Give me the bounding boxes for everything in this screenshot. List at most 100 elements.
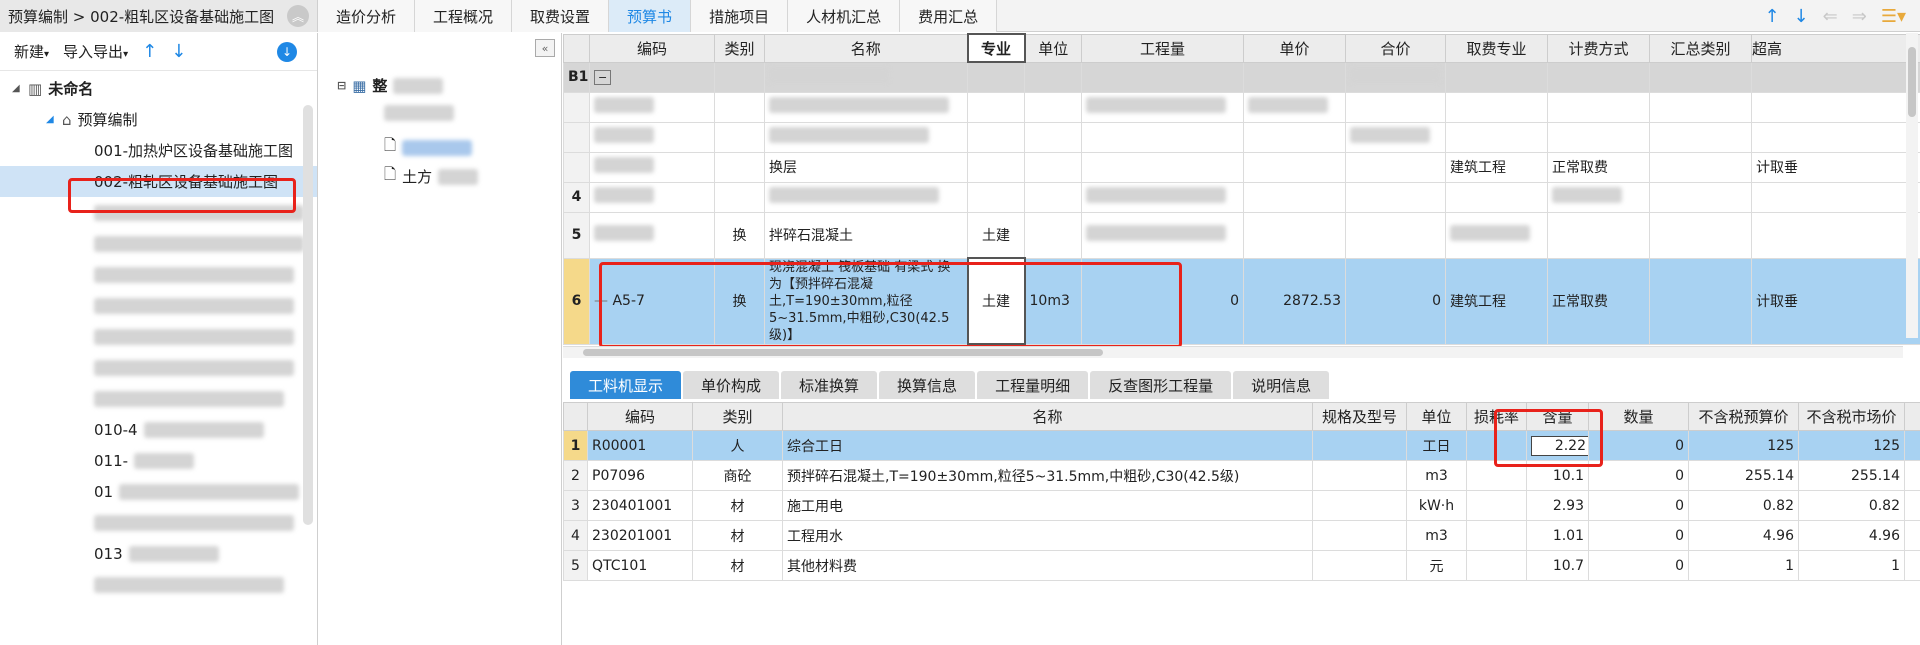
collapse-box-icon[interactable]: ⊟: [337, 79, 346, 92]
tree-item-blurred[interactable]: [0, 290, 317, 321]
table-row-selected[interactable]: 1 R00001 人 综合工日 工日 2.22 0 125 125: [563, 430, 1920, 461]
settings-icon[interactable]: ☰▾: [1881, 6, 1906, 27]
tree-item[interactable]: 01: [0, 476, 317, 507]
section-item[interactable]: 🗋 土方: [384, 164, 479, 189]
col-header-budget-price[interactable]: 不含税预算价: [1688, 402, 1799, 431]
fold-left-icon[interactable]: «: [535, 39, 555, 57]
tree-item[interactable]: 001-加热炉区设备基础施工图: [0, 135, 317, 166]
up-arrow-icon[interactable]: ↑: [142, 41, 157, 62]
tree-root[interactable]: ◢ ▥ 未命名: [0, 73, 317, 104]
tree-group[interactable]: ◢ ⌂ 预算编制: [0, 104, 317, 135]
table-row-selected[interactable]: 6 — A5-7 换 现浇混凝土 筏板基础 有梁式 换为【预拌碎石混凝土,T=1…: [563, 257, 1920, 345]
table-row[interactable]: 4 230201001 材 工程用水 m3 1.01 0 4.96 4.96: [563, 520, 1920, 551]
table-row[interactable]: 3 230401001 材 施工用电 kW·h 2.93 0 0.82 0.82: [563, 490, 1920, 521]
tab-labor-material-summary[interactable]: 人材机汇总: [788, 0, 901, 32]
tab-unit-price-composition[interactable]: 单价构成: [683, 371, 780, 399]
row-qty[interactable]: 0: [1081, 257, 1244, 345]
expand-icon[interactable]: ◢: [12, 83, 28, 94]
new-button[interactable]: 新建▾: [14, 41, 49, 62]
tab-budget-book[interactable]: 预算书: [609, 0, 692, 32]
arrow-left-icon[interactable]: ⇐: [1823, 6, 1838, 27]
tab-fee-summary[interactable]: 费用汇总: [900, 0, 998, 32]
col-header-type[interactable]: 类别: [714, 33, 765, 63]
tab-conversion-info[interactable]: 换算信息: [879, 371, 976, 399]
tab-reverse-lookup[interactable]: 反查图形工程量: [1090, 371, 1232, 399]
tree-item[interactable]: 013: [0, 538, 317, 569]
section-item-blurred[interactable]: [384, 105, 454, 121]
down-arrow-icon[interactable]: ↓: [171, 41, 186, 62]
tab-fee-settings[interactable]: 取费设置: [512, 0, 610, 32]
row-content[interactable]: 10.1: [1526, 460, 1589, 491]
section-root[interactable]: ⊟ ▦ 整: [337, 75, 444, 96]
col-header-code[interactable]: 编码: [589, 33, 715, 63]
tree-item-blurred[interactable]: [0, 228, 317, 259]
row-toggle[interactable]: −: [589, 61, 715, 93]
col-header-name[interactable]: 名称: [782, 402, 1313, 431]
col-header-price[interactable]: 单价: [1243, 33, 1346, 63]
table-row[interactable]: [563, 91, 1920, 123]
left-scrollbar[interactable]: [303, 105, 313, 525]
tab-description[interactable]: 说明信息: [1233, 371, 1330, 399]
arrow-right-icon[interactable]: ⇒: [1852, 6, 1867, 27]
content-cell[interactable]: 2.22: [1526, 430, 1589, 461]
tab-cost-analysis[interactable]: 造价分析: [318, 0, 416, 32]
row-content[interactable]: 10.7: [1526, 550, 1589, 581]
col-header-market-price[interactable]: 不含税市场价: [1798, 402, 1905, 431]
col-header-code[interactable]: 编码: [587, 402, 693, 431]
content-input[interactable]: 2.22: [1531, 435, 1588, 456]
tab-project-overview[interactable]: 工程概况: [415, 0, 513, 32]
tree-item-blurred[interactable]: [0, 197, 317, 228]
table-row[interactable]: [563, 121, 1920, 153]
tab-quantity-detail[interactable]: 工程量明细: [977, 371, 1089, 399]
col-header-sum-type[interactable]: 汇总类别: [1649, 33, 1752, 63]
tree-item-blurred[interactable]: [0, 383, 317, 414]
col-header-spec[interactable]: 专业: [966, 33, 1026, 63]
collapse-box-icon[interactable]: −: [594, 70, 612, 85]
tab-measures[interactable]: 措施项目: [691, 0, 789, 32]
tree-item-blurred[interactable]: [0, 259, 317, 290]
tree-item-blurred[interactable]: [0, 321, 317, 352]
grid-vertical-scrollbar[interactable]: [1906, 33, 1918, 338]
scroll-thumb[interactable]: [583, 349, 1103, 356]
tree-item-blurred[interactable]: [0, 352, 317, 383]
col-header-fee-mode[interactable]: 计费方式: [1547, 33, 1650, 63]
table-row[interactable]: 4: [563, 181, 1920, 213]
download-icon[interactable]: ↓: [277, 42, 297, 62]
tree-item-blurred[interactable]: [0, 569, 317, 600]
grid-horizontal-scrollbar[interactable]: [563, 346, 1903, 358]
table-row[interactable]: 2 P07096 商砼 预拌碎石混凝土,T=190±30mm,粒径5~31.5m…: [563, 460, 1920, 491]
col-header-loss[interactable]: 损耗率: [1466, 402, 1527, 431]
section-item-blurred[interactable]: 🗋: [384, 135, 473, 160]
collapse-icon[interactable]: ︽: [287, 5, 309, 27]
col-header-content[interactable]: 含量: [1526, 402, 1589, 431]
col-header-unit[interactable]: 单位: [1406, 402, 1467, 431]
row-name[interactable]: 现浇混凝土 筏板基础 有梁式 换为【预拌碎石混凝土,T=190±30mm,粒径5…: [764, 257, 968, 345]
row-spec[interactable]: 土建: [966, 257, 1026, 345]
move-up-icon[interactable]: ↑: [1764, 6, 1779, 27]
tree-item-selected[interactable]: 002-粗轧区设备基础施工图: [0, 166, 317, 197]
col-header-qty[interactable]: 工程量: [1081, 33, 1244, 63]
expand-icon[interactable]: ◢: [46, 114, 62, 125]
table-row[interactable]: 换层 建筑工程 正常取费 计取垂: [563, 151, 1920, 183]
tab-labor-material-display[interactable]: 工料机显示: [570, 371, 682, 399]
col-header-unit[interactable]: 单位: [1024, 33, 1082, 63]
col-header-spec[interactable]: 规格及型号: [1312, 402, 1407, 431]
col-header-qty[interactable]: 数量: [1588, 402, 1689, 431]
table-row[interactable]: 5 换 拌碎石混凝土 土建: [563, 211, 1920, 259]
tab-standard-conversion[interactable]: 标准换算: [781, 371, 878, 399]
table-row[interactable]: 5 QTC101 材 其他材料费 元 10.7 0 1 1: [563, 550, 1920, 581]
col-header-fee-major[interactable]: 取费专业: [1445, 33, 1548, 63]
tree-item[interactable]: 010-4: [0, 414, 317, 445]
row-content[interactable]: 1.01: [1526, 520, 1589, 551]
col-header-extra[interactable]: 超高: [1751, 33, 1920, 63]
scroll-thumb[interactable]: [1908, 47, 1916, 117]
row-content[interactable]: 2.93: [1526, 490, 1589, 521]
tree-item-blurred[interactable]: [0, 507, 317, 538]
col-header-name[interactable]: 名称: [764, 33, 968, 63]
tree-item[interactable]: 011-: [0, 445, 317, 476]
col-header-type[interactable]: 类别: [692, 402, 783, 431]
import-export-button[interactable]: 导入导出▾: [63, 41, 128, 62]
table-row[interactable]: B1 −: [563, 61, 1920, 93]
move-down-icon[interactable]: ↓: [1794, 6, 1809, 27]
col-header-total[interactable]: 合价: [1345, 33, 1446, 63]
